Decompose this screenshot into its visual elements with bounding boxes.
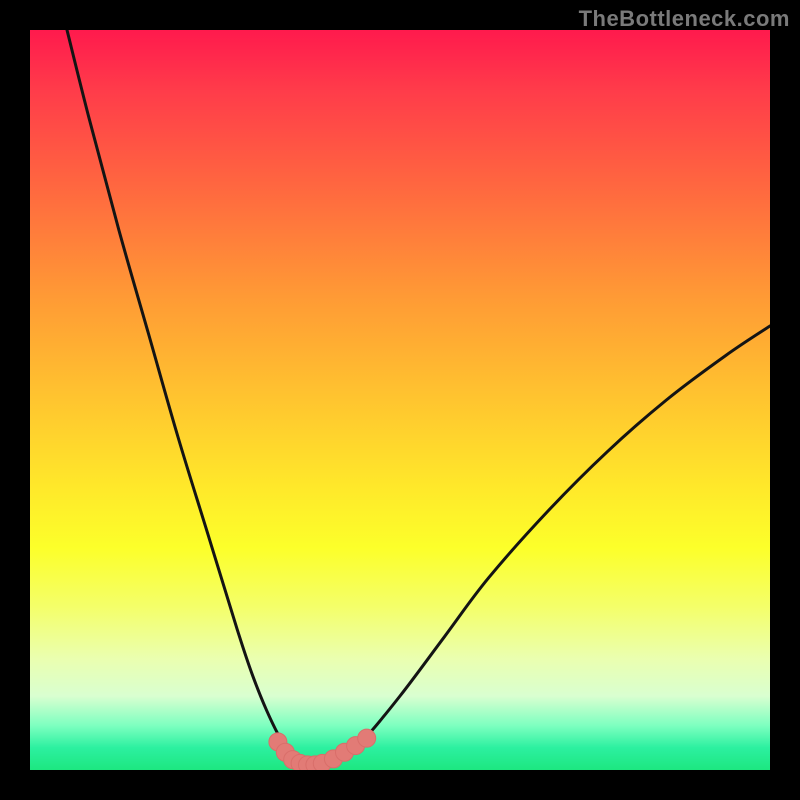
chart-svg xyxy=(30,30,770,770)
watermark-text: TheBottleneck.com xyxy=(579,6,790,32)
outer-frame: TheBottleneck.com xyxy=(0,0,800,800)
bottleneck-curve xyxy=(67,30,770,767)
plot-area xyxy=(30,30,770,770)
sweet-spot-markers xyxy=(269,729,376,770)
sweet-spot-point xyxy=(358,729,376,747)
